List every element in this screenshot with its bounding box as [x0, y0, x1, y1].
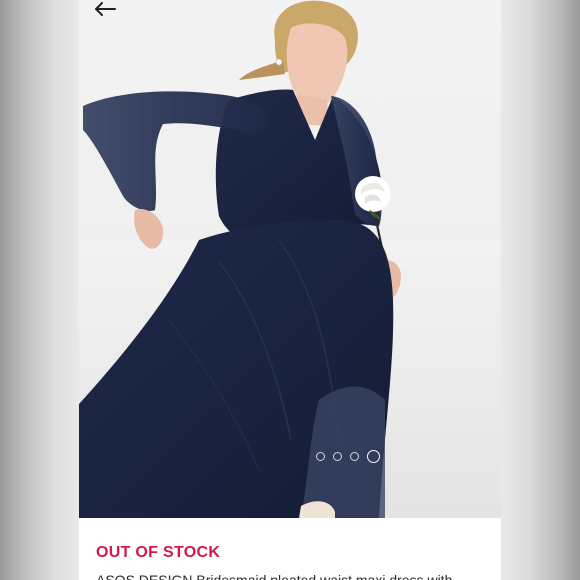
pager-dot[interactable] — [350, 451, 359, 461]
product-image[interactable] — [79, 0, 501, 518]
product-photo-illustration — [79, 0, 501, 518]
screenshot-frame: OUT OF STOCK ASOS DESIGN Bridesmaid plea… — [0, 0, 580, 580]
pager-dot[interactable] — [333, 451, 342, 461]
back-button[interactable] — [91, 0, 119, 18]
stock-status-label: OUT OF STOCK — [96, 544, 221, 561]
arrow-left-icon — [95, 2, 116, 16]
pager-dot-active[interactable] — [367, 449, 380, 463]
image-pager — [79, 448, 501, 464]
product-page: OUT OF STOCK ASOS DESIGN Bridesmaid plea… — [79, 0, 501, 580]
product-title: ASOS DESIGN Bridesmaid pleated waist max… — [96, 572, 453, 580]
product-info: OUT OF STOCK ASOS DESIGN Bridesmaid plea… — [79, 518, 501, 580]
pager-dot[interactable] — [316, 451, 325, 461]
